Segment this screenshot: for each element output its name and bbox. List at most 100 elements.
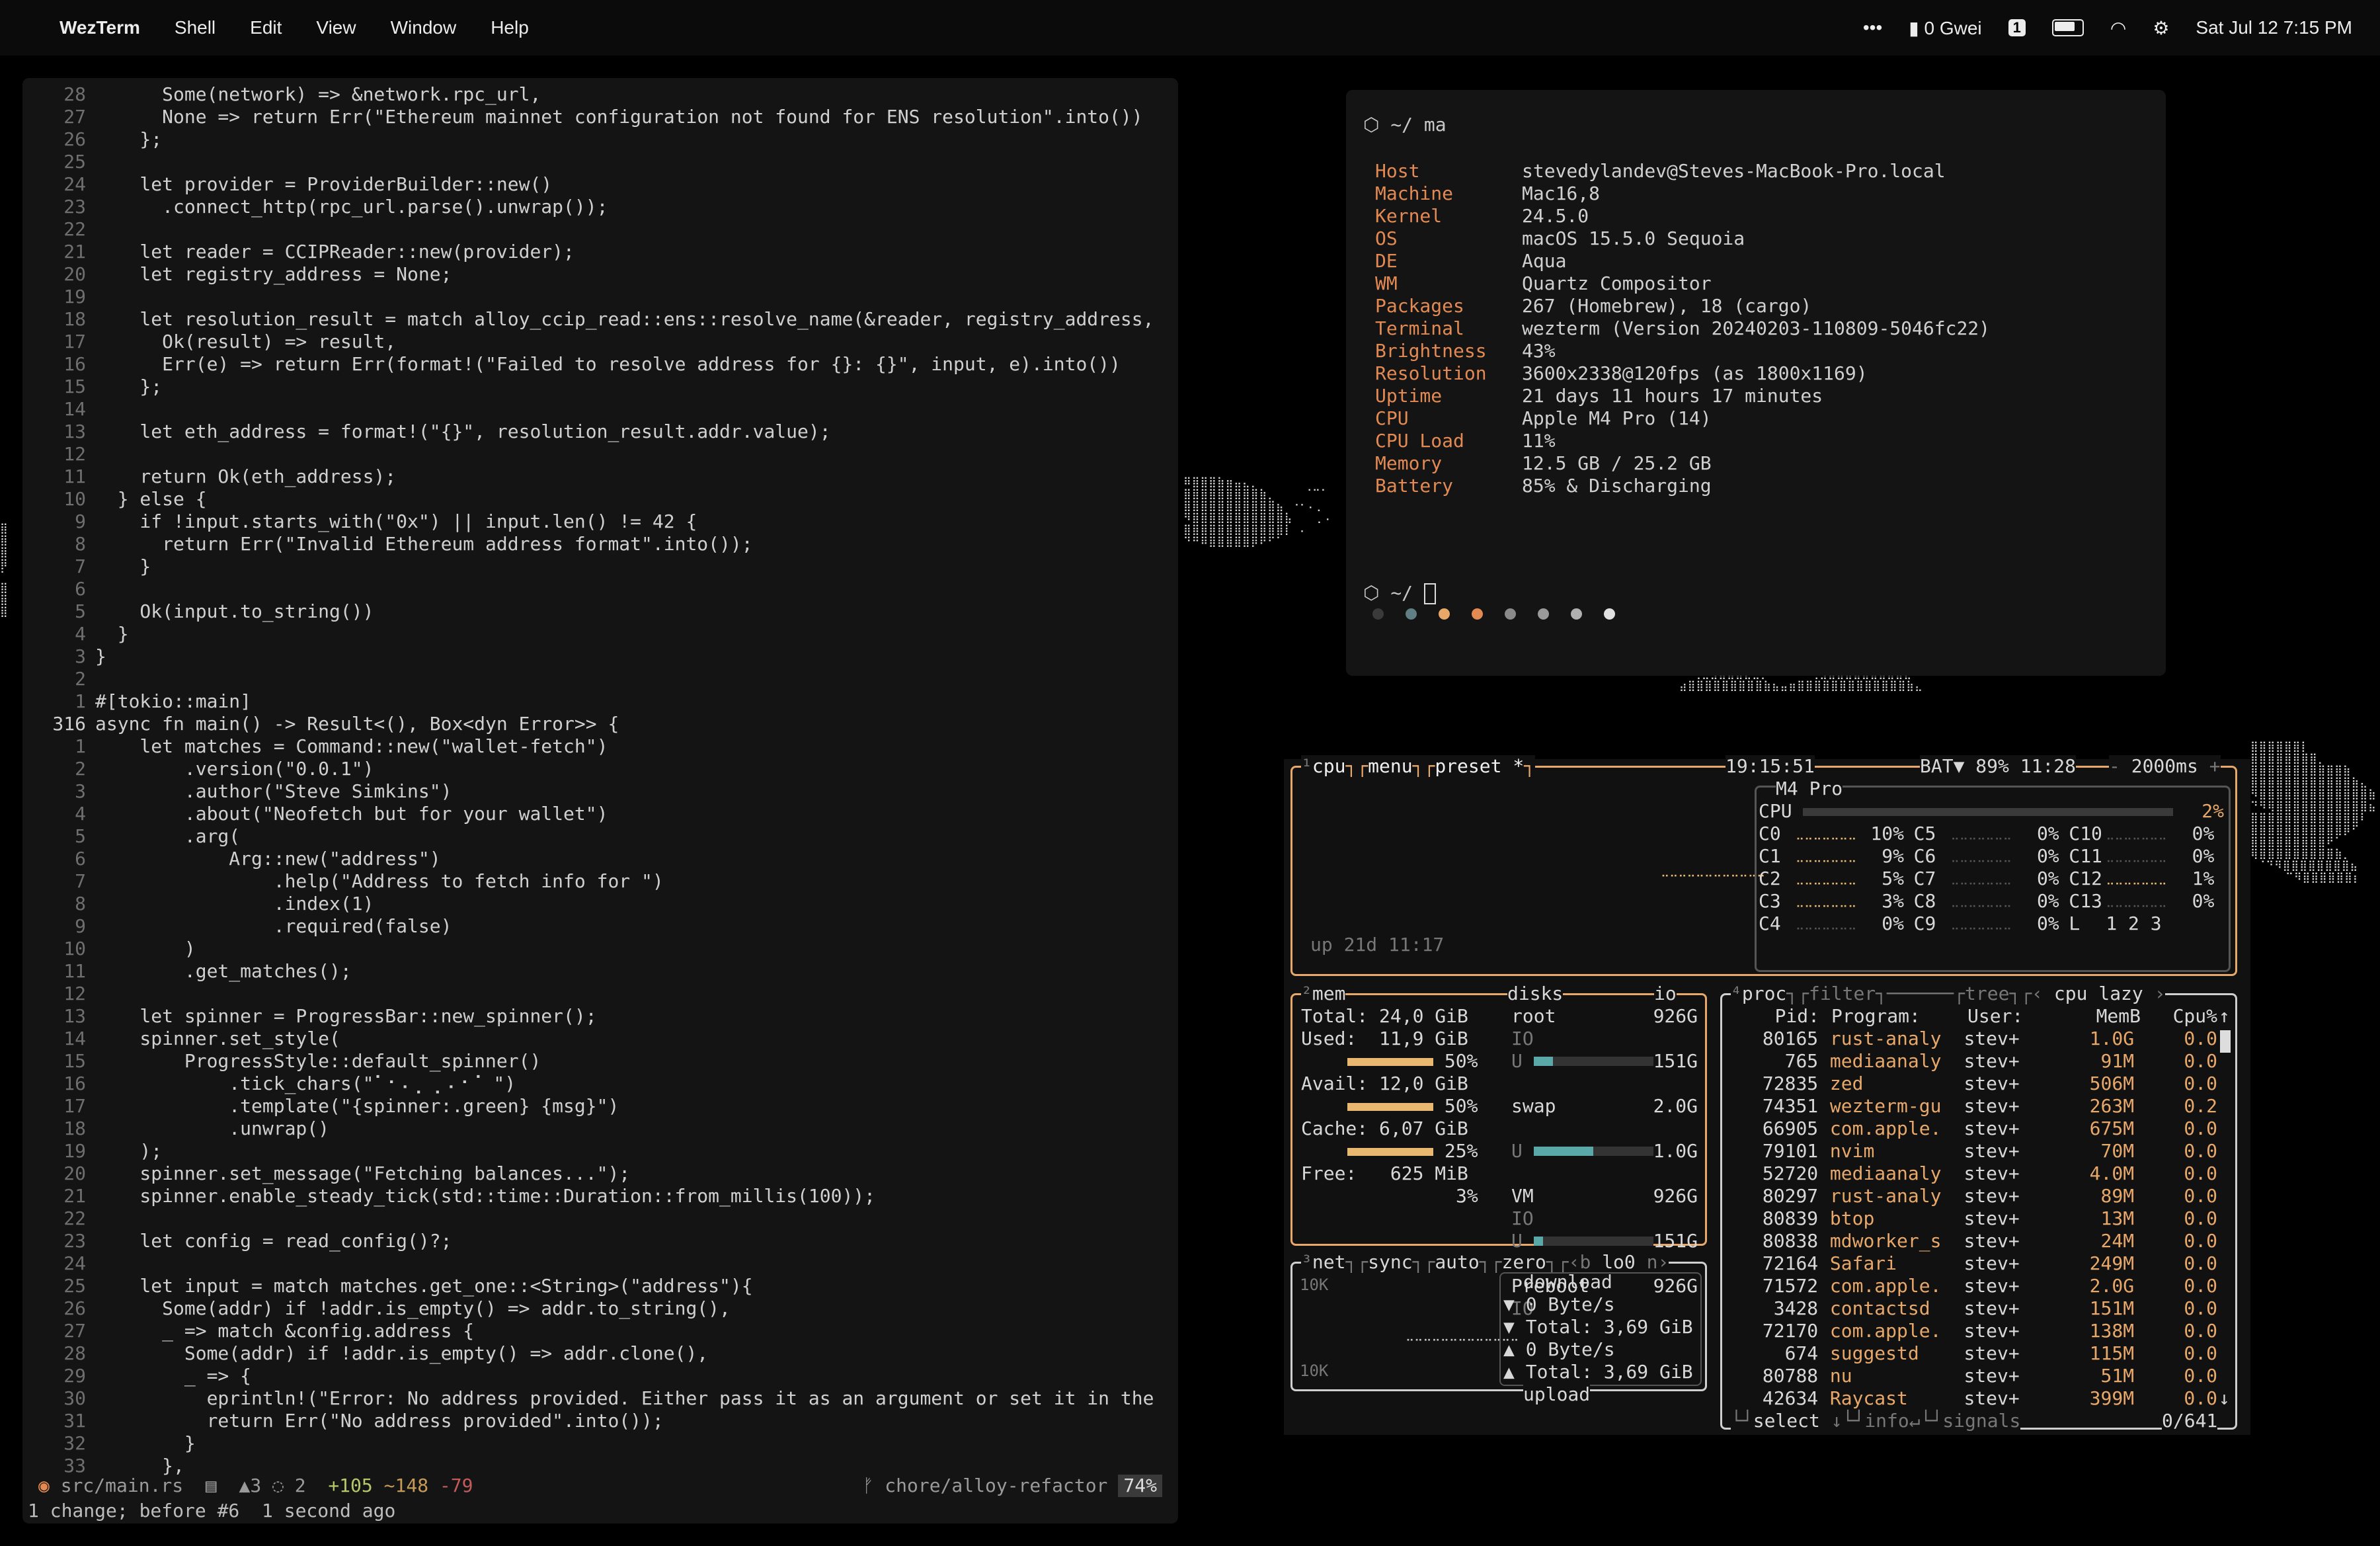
update-interval[interactable]: - 2000ms +	[2109, 755, 2221, 778]
code-line[interactable]: 32 }	[22, 1432, 1178, 1455]
code-line[interactable]: 23 let config = read_config()?;	[22, 1230, 1178, 1252]
scroll-up-icon[interactable]: ↑	[2219, 1005, 2230, 1028]
code-line[interactable]: 14 spinner.set_style(	[22, 1028, 1178, 1050]
code-text[interactable]: .unwrap()	[95, 1118, 329, 1140]
app-menu[interactable]: WezTerm	[60, 17, 140, 38]
mem-header[interactable]: ²mem	[1301, 983, 1346, 1005]
code-line[interactable]: 4 }	[22, 623, 1178, 645]
auto-label[interactable]: auto	[1435, 1251, 1479, 1273]
code-text[interactable]: None => return Err("Ethereum mainnet con…	[95, 106, 1142, 128]
signals-label[interactable]: signals	[1942, 1410, 2020, 1432]
code-line[interactable]: 316 async fn main() -> Result<(), Box<dyn…	[22, 713, 1178, 735]
col-user[interactable]: User:	[1967, 1005, 2042, 1028]
more-icon[interactable]: •••	[1863, 17, 1882, 38]
code-line[interactable]: 10 } else {	[22, 488, 1178, 510]
code-text[interactable]: };	[95, 376, 162, 398]
proc-row[interactable]: 80838 mdworker_s stev+ 24M 0.0	[1747, 1230, 2217, 1252]
code-line[interactable]: 14	[22, 398, 1178, 421]
proc-row[interactable]: 3428 contactsd stev+ 151M 0.0	[1747, 1297, 2217, 1320]
code-line[interactable]: 3 .author("Steve Simkins")	[22, 780, 1178, 803]
code-line[interactable]: 2	[22, 668, 1178, 690]
battery-icon[interactable]	[2051, 19, 2084, 36]
code-line[interactable]: 12	[22, 443, 1178, 466]
code-text[interactable]: _ => {	[95, 1365, 251, 1387]
code-text[interactable]: );	[95, 1140, 162, 1162]
gas-status[interactable]: ▮ 0 Gwei	[1909, 17, 1981, 39]
code-line[interactable]: 8 .index(1)	[22, 893, 1178, 915]
code-text[interactable]: return Err("Invalid Ethereum address for…	[95, 533, 752, 555]
col-program[interactable]: Program:	[1831, 1005, 1967, 1028]
proc-row[interactable]: 52720 mediaanaly stev+ 4.0M 0.0	[1747, 1162, 2217, 1185]
filter-label[interactable]: filter	[1809, 983, 1876, 1004]
prompt-line-2[interactable]: ⬡ ~/	[1363, 582, 1436, 604]
code-line[interactable]: 7 .help("Address to fetch info for ")	[22, 870, 1178, 893]
net-header[interactable]: ³net┐┌sync┐┌auto┐┌zero┐┌‹b lo0 n›	[1301, 1251, 1669, 1274]
code-line[interactable]: 13 let eth_address = format!("{}", resol…	[22, 421, 1178, 443]
code-line[interactable]: 6 Arg::new("address")	[22, 848, 1178, 870]
proc-row[interactable]: 71572 com.apple. stev+ 2.0G 0.0	[1747, 1275, 2217, 1297]
code-line[interactable]: 5 .arg(	[22, 825, 1178, 848]
code-line[interactable]: 21 spinner.enable_steady_tick(std::time:…	[22, 1185, 1178, 1207]
code-text[interactable]: Arg::new("address")	[95, 848, 440, 870]
code-line[interactable]: 10 )	[22, 938, 1178, 960]
code-line[interactable]: 19	[22, 286, 1178, 308]
code-line[interactable]: 16 .tick_chars("⠁⠂⠄⡀⢀⠠⠐⠈ ")	[22, 1073, 1178, 1095]
code-line[interactable]: 28 Some(addr) if !addr.is_empty() => add…	[22, 1342, 1178, 1365]
code-line[interactable]: 1 #[tokio::main]	[22, 690, 1178, 713]
code-text[interactable]: Ok(input.to_string())	[95, 600, 374, 623]
zero-label[interactable]: zero	[1501, 1251, 1546, 1273]
code-line[interactable]: 27 None => return Err("Ethereum mainnet …	[22, 106, 1178, 128]
code-line[interactable]: 4 .about("Neofetch but for your wallet")	[22, 803, 1178, 825]
code-line[interactable]: 25	[22, 151, 1178, 173]
code-line[interactable]: 7 }	[22, 555, 1178, 578]
code-text[interactable]: let resolution_result = match alloy_ccip…	[95, 308, 1154, 331]
code-line[interactable]: 6	[22, 578, 1178, 600]
preset-label[interactable]: preset *	[1435, 755, 1524, 777]
proc-row[interactable]: 674 suggestd stev+ 115M 0.0	[1747, 1342, 2217, 1365]
code-text[interactable]: async fn main() -> Result<(), Box<dyn Er…	[95, 713, 619, 735]
menu-help[interactable]: Help	[491, 17, 529, 38]
proc-row[interactable]: 42634 Raycast stev+ 399M 0.0	[1747, 1387, 2217, 1410]
control-center-icon[interactable]: ⚙	[2153, 17, 2169, 39]
btop-window[interactable]: ¹cpu┐┌menu┐┌preset *┐ 19:15:51 BAT▼ 89% …	[1284, 755, 2250, 1435]
code-text[interactable]: return Ok(eth_address);	[95, 466, 396, 488]
tree-label[interactable]: tree	[1965, 983, 2009, 1004]
code-line[interactable]: 1 let matches = Command::new("wallet-fet…	[22, 735, 1178, 758]
code-text[interactable]: .tick_chars("⠁⠂⠄⡀⢀⠠⠐⠈ ")	[95, 1073, 516, 1095]
code-text[interactable]: .help("Address to fetch info for ")	[95, 870, 664, 893]
io-header[interactable]: io	[1654, 983, 1677, 1005]
code-text[interactable]: .template("{spinner:.green} {msg}")	[95, 1095, 619, 1118]
code-line[interactable]: 26 };	[22, 128, 1178, 151]
code-text[interactable]: }	[95, 645, 106, 668]
code-text[interactable]: Some(addr) if !addr.is_empty() => addr.t…	[95, 1297, 731, 1320]
menu-shell[interactable]: Shell	[175, 17, 216, 38]
code-text[interactable]: .get_matches();	[95, 960, 352, 983]
proc-row[interactable]: 79101 nvim stev+ 70M 0.0	[1747, 1140, 2217, 1162]
col-pid[interactable]: Pid:	[1747, 1005, 1819, 1028]
code-line[interactable]: 28 Some(network) => &network.rpc_url,	[22, 83, 1178, 106]
select-label[interactable]: select	[1753, 1410, 1820, 1432]
code-text[interactable]: }	[95, 555, 151, 578]
code-text[interactable]: .author("Steve Simkins")	[95, 780, 452, 803]
space-badge[interactable]: 1	[2008, 19, 2026, 36]
code-line[interactable]: 12	[22, 983, 1178, 1005]
proc-label[interactable]: proc	[1742, 983, 1786, 1004]
code-text[interactable]: };	[95, 128, 162, 151]
code-text[interactable]: spinner.set_message("Fetching balances..…	[95, 1162, 630, 1185]
code-line[interactable]: 15 ProgressStyle::default_spinner()	[22, 1050, 1178, 1073]
code-line[interactable]: 2 .version("0.0.1")	[22, 758, 1178, 780]
cpu-label[interactable]: cpu	[1312, 755, 1346, 777]
code-text[interactable]: .index(1)	[95, 893, 374, 915]
proc-row[interactable]: 80839 btop stev+ 13M 0.0	[1747, 1207, 2217, 1230]
code-text[interactable]: #[tokio::main]	[95, 690, 251, 713]
code-line[interactable]: 27 _ => match &config.address {	[22, 1320, 1178, 1342]
code-line[interactable]: 17 .template("{spinner:.green} {msg}")	[22, 1095, 1178, 1118]
code-line[interactable]: 25 let input = match matches.get_one::<S…	[22, 1275, 1178, 1297]
code-line[interactable]: 24 let provider = ProviderBuilder::new()	[22, 173, 1178, 196]
code-text[interactable]: let config = read_config()?;	[95, 1230, 452, 1252]
code-text[interactable]: let provider = ProviderBuilder::new()	[95, 173, 552, 196]
code-text[interactable]: .about("Neofetch but for your wallet")	[95, 803, 608, 825]
info-label[interactable]: info	[1864, 1410, 1909, 1432]
code-text[interactable]: .version("0.0.1")	[95, 758, 374, 780]
code-text[interactable]: .arg(	[95, 825, 240, 848]
